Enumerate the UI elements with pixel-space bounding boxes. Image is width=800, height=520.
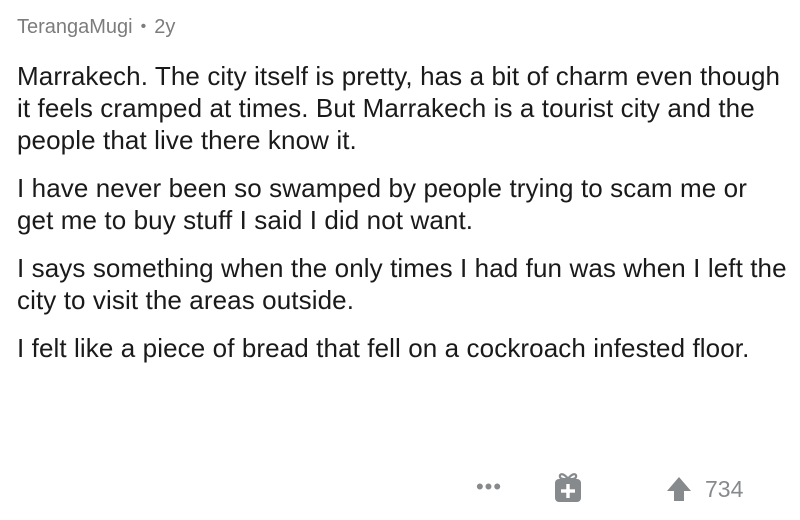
comment-paragraph: Marrakech. The city itself is pretty, ha… bbox=[17, 61, 781, 155]
comment-age: 2y bbox=[154, 15, 176, 38]
comment-paragraph: I felt like a piece of bread that fell o… bbox=[17, 333, 750, 363]
gift-icon bbox=[555, 473, 581, 502]
award-button[interactable] bbox=[553, 470, 583, 504]
meta-separator: • bbox=[140, 18, 147, 35]
comment-body: Marrakech. The city itself is pretty, ha… bbox=[17, 60, 787, 364]
more-options-button[interactable]: ••• bbox=[474, 472, 504, 502]
author-name[interactable]: TerangaMugi bbox=[17, 16, 133, 39]
comment-actions: ••• 734 bbox=[0, 470, 800, 510]
comment: TerangaMugi • 2y Marrakech. The city its… bbox=[17, 0, 787, 380]
comment-paragraph: I says something when the only times I h… bbox=[17, 253, 787, 315]
more-options-icon: ••• bbox=[475, 474, 503, 499]
vote-score: 734 bbox=[705, 475, 744, 502]
comment-paragraph: I have never been so swamped by people t… bbox=[17, 173, 747, 235]
upvote-arrow-icon[interactable] bbox=[665, 475, 693, 503]
comment-meta: TerangaMugi • 2y bbox=[17, 12, 787, 42]
upvote-control: 734 bbox=[665, 472, 743, 506]
